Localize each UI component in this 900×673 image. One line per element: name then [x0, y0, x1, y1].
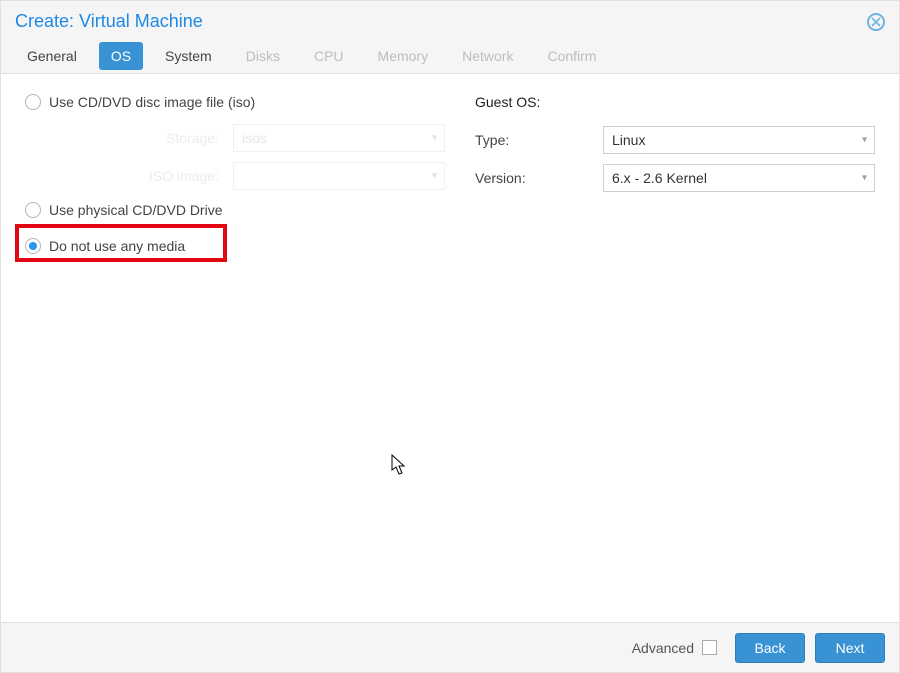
radio-label: Do not use any media — [49, 238, 185, 254]
tab-cpu: CPU — [302, 42, 356, 70]
tab-memory: Memory — [366, 42, 441, 70]
dialog-title: Create: Virtual Machine — [15, 11, 203, 32]
tab-system[interactable]: System — [153, 42, 224, 70]
wizard-content: Use CD/DVD disc image file (iso) Storage… — [1, 74, 899, 622]
storage-label: Storage: — [25, 130, 225, 146]
advanced-checkbox[interactable] — [702, 640, 717, 655]
tab-network: Network — [450, 42, 525, 70]
iso-image-row: ISO image: ▾ — [25, 162, 445, 190]
radio-label: Use CD/DVD disc image file (iso) — [49, 94, 255, 110]
radio-use-iso[interactable]: Use CD/DVD disc image file (iso) — [25, 94, 445, 110]
radio-icon — [25, 238, 41, 254]
advanced-toggle[interactable]: Advanced — [632, 640, 717, 656]
back-label: Back — [754, 640, 785, 656]
storage-row: Storage: isos ▾ — [25, 124, 445, 152]
guest-os-header: Guest OS: — [475, 94, 875, 110]
next-button[interactable]: Next — [815, 633, 885, 663]
storage-value: isos — [242, 130, 267, 146]
guest-version-label: Version: — [475, 170, 595, 186]
radio-icon — [25, 202, 41, 218]
tab-general[interactable]: General — [15, 42, 89, 70]
tab-confirm: Confirm — [535, 42, 608, 70]
guest-type-label: Type: — [475, 132, 595, 148]
storage-select: isos — [233, 124, 445, 152]
guest-os-column: Guest OS: Type: Linux ▾ Version: 6.x - 2… — [475, 94, 875, 602]
tab-disks: Disks — [234, 42, 292, 70]
advanced-label: Advanced — [632, 640, 694, 656]
radio-icon — [25, 94, 41, 110]
radio-use-physical[interactable]: Use physical CD/DVD Drive — [25, 202, 445, 218]
titlebar: Create: Virtual Machine — [1, 1, 899, 38]
tab-os[interactable]: OS — [99, 42, 143, 70]
guest-type-row: Type: Linux ▾ — [475, 126, 875, 154]
dialog-footer: Advanced Back Next — [1, 622, 899, 672]
guest-type-value: Linux — [612, 132, 645, 148]
next-label: Next — [836, 640, 865, 656]
wizard-tabbar: General OS System Disks CPU Memory Netwo… — [1, 38, 899, 74]
iso-image-select — [233, 162, 445, 190]
guest-type-select[interactable]: Linux — [603, 126, 875, 154]
guest-version-value: 6.x - 2.6 Kernel — [612, 170, 707, 186]
back-button[interactable]: Back — [735, 633, 805, 663]
radio-no-media[interactable]: Do not use any media — [25, 238, 185, 254]
guest-version-row: Version: 6.x - 2.6 Kernel ▾ — [475, 164, 875, 192]
guest-version-select[interactable]: 6.x - 2.6 Kernel — [603, 164, 875, 192]
close-icon[interactable] — [867, 13, 885, 31]
create-vm-dialog: Create: Virtual Machine General OS Syste… — [0, 0, 900, 673]
media-column: Use CD/DVD disc image file (iso) Storage… — [25, 94, 445, 602]
radio-label: Use physical CD/DVD Drive — [49, 202, 222, 218]
iso-image-label: ISO image: — [25, 168, 225, 184]
